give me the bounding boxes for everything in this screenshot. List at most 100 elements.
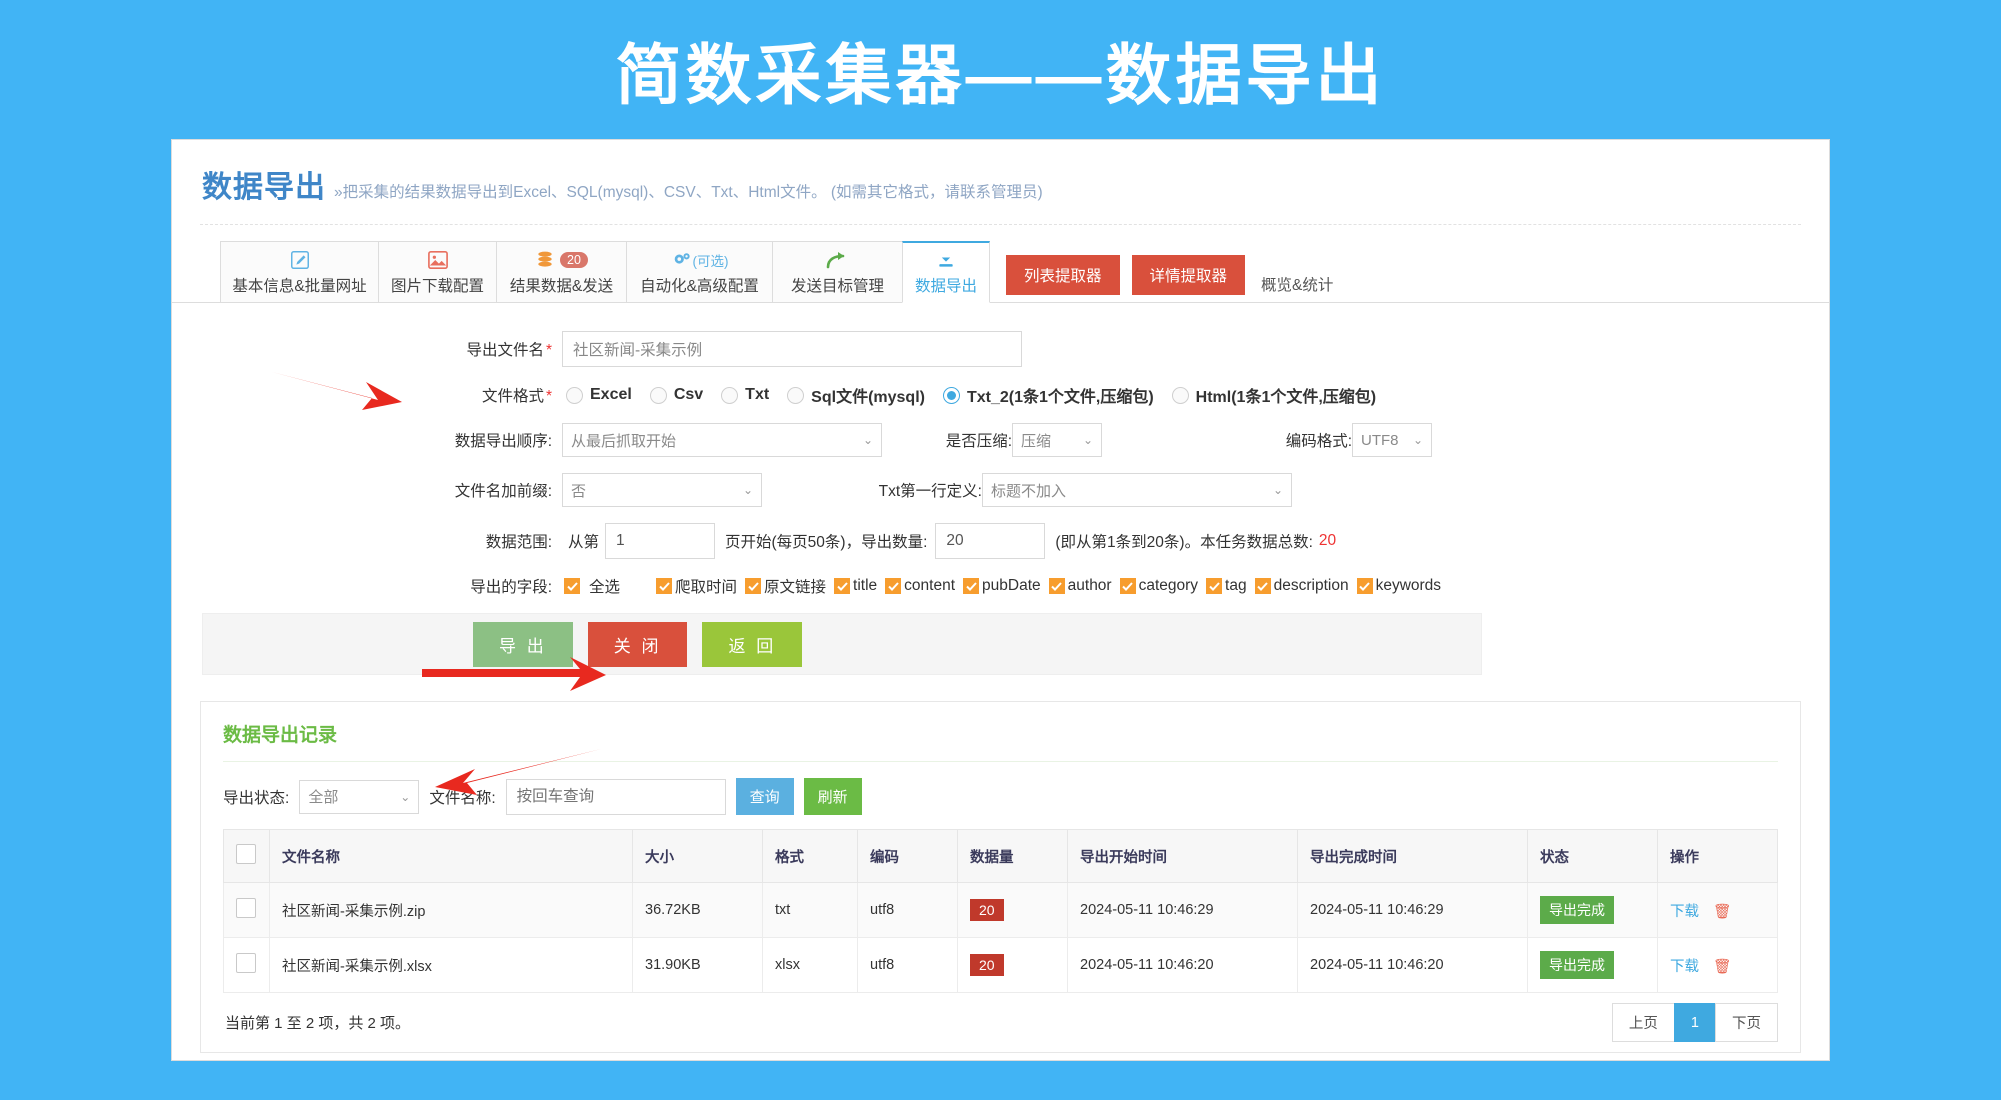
field-checkbox[interactable] (834, 578, 851, 594)
close-button[interactable]: 关 闭 (587, 621, 688, 667)
banner-title: 简数采集器——数据导出 (615, 38, 1386, 112)
overview-stats-link[interactable]: 概览&统计 (1261, 273, 1333, 303)
next-page-button[interactable]: 下页 (1715, 1003, 1778, 1042)
download-link[interactable]: 下载 (1670, 959, 1699, 975)
page-subtitle: »把采集的结果数据导出到Excel、SQL(mysql)、CSV、Txt、Htm… (334, 184, 1043, 201)
fields-row: 导出的字段: 全选 爬取时间 原文链接 title content pubDat… (172, 575, 1829, 597)
field-checkbox[interactable] (745, 578, 762, 594)
tab-optional-note: (可选) (692, 253, 729, 269)
records-summary: 当前第 1 至 2 项，共 2 项。 (225, 1015, 411, 1032)
cell-encoding: utf8 (857, 882, 958, 938)
col-encoding: 编码 (857, 829, 958, 883)
row-checkbox[interactable] (236, 898, 256, 918)
range-row: 数据范围: 从第 页开始(每页50条)，导出数量: (即从第1条到20条)。本任… (172, 523, 1829, 559)
range-from-label: 从第 (568, 534, 600, 551)
tab-result-data[interactable]: 20 结果数据&发送 (496, 241, 626, 303)
select-all-rows-checkbox[interactable] (236, 844, 256, 864)
field-checkbox[interactable] (885, 578, 902, 594)
delete-icon[interactable]: 🗑 (1713, 904, 1731, 920)
tab-basic-info[interactable]: 基本信息&批量网址 (220, 241, 378, 303)
download-link[interactable]: 下载 (1670, 904, 1699, 920)
format-option-csv[interactable]: Csv (649, 386, 703, 404)
export-order-value: 从最后抓取开始 (571, 432, 677, 450)
field-checkbox[interactable] (963, 578, 980, 594)
export-button[interactable]: 导 出 (473, 621, 573, 667)
export-filename-input[interactable] (562, 331, 1022, 367)
format-option-sql[interactable]: Sql文件(mysql) (787, 383, 925, 407)
field-item-crawl-time[interactable]: 爬取时间 (656, 575, 737, 597)
radio-txt[interactable] (721, 386, 739, 404)
format-option-html[interactable]: Html(1条1个文件,压缩包) (1171, 383, 1377, 407)
tab-image-download[interactable]: 图片下载配置 (378, 241, 496, 303)
range-count-input[interactable] (935, 523, 1046, 559)
field-checkbox[interactable] (1119, 578, 1136, 594)
back-button[interactable]: 返 回 (702, 621, 803, 667)
filename-prefix-select[interactable]: 否 ⌄ (562, 473, 762, 507)
export-form: 导出文件名* 文件格式* Excel Csv Txt (172, 303, 1829, 675)
page-1-button[interactable]: 1 (1673, 1003, 1716, 1042)
range-mid-label: 页开始(每页50条)，导出数量: (725, 534, 928, 551)
filename-filter-input[interactable] (505, 778, 726, 815)
row-checkbox[interactable] (236, 953, 256, 973)
cell-count: 20 (957, 937, 1068, 993)
field-checkbox[interactable] (1356, 578, 1373, 594)
field-item-keywords[interactable]: keywords (1356, 577, 1441, 595)
delete-icon[interactable]: 🗑 (1713, 959, 1731, 975)
status-filter-value: 全部 (308, 789, 339, 806)
field-item-description[interactable]: description (1254, 577, 1349, 595)
cell-actions: 下载 🗑 (1657, 937, 1778, 993)
radio-html[interactable] (1171, 386, 1189, 404)
encoding-label: 编码格式: (1285, 433, 1352, 450)
field-label: content (904, 577, 956, 594)
page-header: 数据导出 »把采集的结果数据导出到Excel、SQL(mysql)、CSV、Tx… (172, 140, 1829, 206)
field-checkbox[interactable] (1254, 578, 1271, 594)
format-option-excel[interactable]: Excel (566, 386, 632, 404)
field-item-title[interactable]: title (834, 577, 877, 595)
radio-csv[interactable] (649, 386, 667, 404)
format-option-txt[interactable]: Txt (721, 386, 769, 404)
range-start-page-input[interactable] (605, 523, 716, 559)
compress-select[interactable]: 压缩 ⌄ (1012, 423, 1102, 457)
export-order-select[interactable]: 从最后抓取开始 ⌄ (562, 423, 882, 457)
tab-send-target[interactable]: 发送目标管理 (772, 241, 902, 303)
tab-data-export[interactable]: 数据导出 (902, 241, 990, 303)
prev-page-button[interactable]: 上页 (1611, 1003, 1675, 1042)
row-select-cell (223, 882, 270, 938)
records-divider (223, 761, 1778, 762)
image-icon (427, 249, 449, 271)
search-button[interactable]: 查询 (735, 778, 794, 815)
detail-extractor-button[interactable]: 详情提取器 (1131, 255, 1246, 295)
radio-sql[interactable] (787, 386, 805, 404)
format-label: 文件格式 (481, 388, 544, 405)
cell-count: 20 (957, 882, 1068, 938)
table-row[interactable]: 社区新闻-采集示例.xlsx 31.90KB xlsx utf8 20 2024… (223, 937, 1778, 993)
radio-label: Html(1条1个文件,压缩包) (1195, 389, 1377, 406)
tab-automation[interactable]: (可选) 自动化&高级配置 (626, 241, 772, 303)
prefix-row: 文件名加前缀: 否 ⌄ Txt第一行定义: 标题不加入 ⌄ (172, 473, 1829, 507)
field-item-category[interactable]: category (1119, 577, 1198, 595)
field-item-author[interactable]: author (1048, 577, 1112, 595)
field-checkbox[interactable] (656, 578, 673, 594)
format-option-txt2[interactable]: Txt_2(1条1个文件,压缩包) (942, 383, 1154, 407)
txt-first-line-select[interactable]: 标题不加入 ⌄ (982, 473, 1292, 507)
select-all-checkbox[interactable] (564, 578, 580, 594)
field-item-tag[interactable]: tag (1206, 577, 1247, 595)
list-extractor-button[interactable]: 列表提取器 (1006, 255, 1120, 295)
col-format: 格式 (762, 829, 858, 883)
status-filter-select[interactable]: 全部 ⌄ (299, 779, 420, 814)
field-item-content[interactable]: content (885, 577, 955, 595)
cell-status: 导出完成 (1527, 937, 1658, 993)
form-action-bar: 导 出 关 闭 返 回 (202, 613, 1482, 675)
field-checkbox[interactable] (1048, 578, 1065, 594)
field-checkbox[interactable] (1206, 578, 1223, 594)
tab-label: 自动化&高级配置 (640, 277, 759, 295)
range-label: 数据范围: (485, 534, 552, 551)
radio-excel[interactable] (566, 386, 583, 404)
refresh-button[interactable]: 刷新 (803, 778, 862, 815)
table-row[interactable]: 社区新闻-采集示例.zip 36.72KB txt utf8 20 2024-0… (223, 882, 1778, 938)
select-all-checkbox-item[interactable]: 全选 (564, 575, 620, 597)
encoding-select[interactable]: UTF8 ⌄ (1352, 423, 1432, 457)
field-item-source-link[interactable]: 原文链接 (745, 575, 826, 597)
field-item-pubdate[interactable]: pubDate (963, 577, 1041, 595)
radio-txt2[interactable] (942, 386, 960, 404)
